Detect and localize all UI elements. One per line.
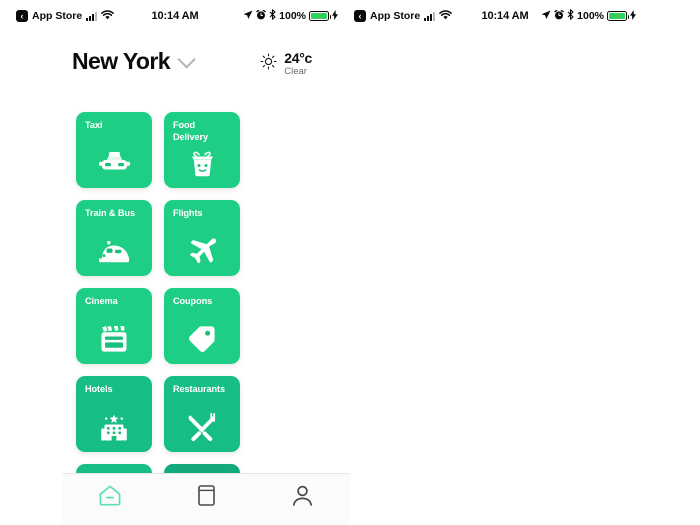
dual-phone-screenshot: ‹ App Store 10:14 AM 100% New York 24°c … (0, 0, 700, 525)
charging-bolt-icon (332, 9, 338, 23)
alarm-icon (256, 9, 266, 23)
home-icon (99, 485, 121, 511)
battery-percent-label: 100% (577, 10, 604, 22)
train-icon (76, 234, 152, 268)
chevron-down-icon (177, 50, 196, 69)
bluetooth-icon (567, 9, 574, 23)
nav-button-profile[interactable] (254, 485, 350, 511)
status-bar-indicators: 100% (243, 9, 338, 23)
tag-icon (164, 322, 240, 356)
battery-icon (309, 11, 331, 21)
status-bar-indicators: 100% (541, 9, 636, 23)
service-tile-coupons[interactable]: Coupons (164, 288, 240, 364)
service-tile-taxi[interactable]: Taxi (76, 112, 152, 188)
taxi-icon (76, 146, 152, 180)
hotel-icon (76, 410, 152, 444)
service-tile-label: Cinema (85, 296, 118, 306)
clapperboard-icon (76, 322, 152, 356)
service-tile-label: Flights (173, 208, 203, 218)
left-phone-screen: ‹ App Store 10:14 AM 100% New York 24°c … (0, 0, 350, 525)
location-arrow-icon (243, 10, 253, 23)
status-bar-time: 10:14 AM (481, 10, 529, 22)
service-tile-label: Coupons (173, 296, 213, 306)
card-icon (197, 485, 215, 511)
service-tile-label: Hotels (85, 384, 113, 394)
status-bar-left: ‹ App Store 10:14 AM 100% (0, 0, 350, 32)
weather-temperature: 24°c (284, 50, 312, 66)
weather-widget[interactable]: 24°c Clear (260, 50, 312, 78)
service-tile-flights[interactable]: Flights (164, 200, 240, 276)
location-arrow-icon (541, 10, 551, 23)
service-tile-hotels[interactable]: Hotels (76, 376, 152, 452)
page-title: New York (72, 48, 171, 74)
panel-divider (350, 0, 351, 525)
bottom-navigation-left (62, 473, 350, 525)
service-tile-grid-left: Taxi Food Delivery Train & Bus Flights Cinem… (76, 112, 316, 525)
service-tile-restaurants[interactable]: Restaurants (164, 376, 240, 452)
service-tile-train-bus[interactable]: Train & Bus (76, 200, 152, 276)
service-tile-food-delivery[interactable]: Food Delivery (164, 112, 240, 188)
battery-icon (607, 11, 629, 21)
service-tile-label: Restaurants (173, 384, 226, 394)
city-header: New York 24°c Clear (0, 46, 350, 92)
battery-percent-label: 100% (279, 10, 306, 22)
right-phone-screen: FlightsCinemaCouponsHotelsRestaurantsExp… (350, 0, 700, 525)
service-tile-label: Food Delivery (173, 120, 208, 142)
status-bar-right: ‹ App Store 10:14 AM 100% (350, 0, 700, 32)
nav-button-home[interactable] (62, 485, 158, 511)
sun-icon (260, 53, 277, 75)
alarm-icon (554, 9, 564, 23)
service-tile-cinema[interactable]: Cinema (76, 288, 152, 364)
food-delivery-icon (164, 146, 240, 180)
city-selector[interactable]: New York (72, 48, 196, 75)
cutlery-icon (164, 410, 240, 444)
charging-bolt-icon (630, 9, 636, 23)
nav-button-card[interactable] (158, 485, 254, 511)
profile-icon (292, 485, 313, 511)
service-tile-label: Train & Bus (85, 208, 135, 218)
service-tile-label: Taxi (85, 120, 103, 130)
airplane-icon (164, 234, 240, 268)
bluetooth-icon (269, 9, 276, 23)
weather-condition: Clear (284, 66, 307, 78)
